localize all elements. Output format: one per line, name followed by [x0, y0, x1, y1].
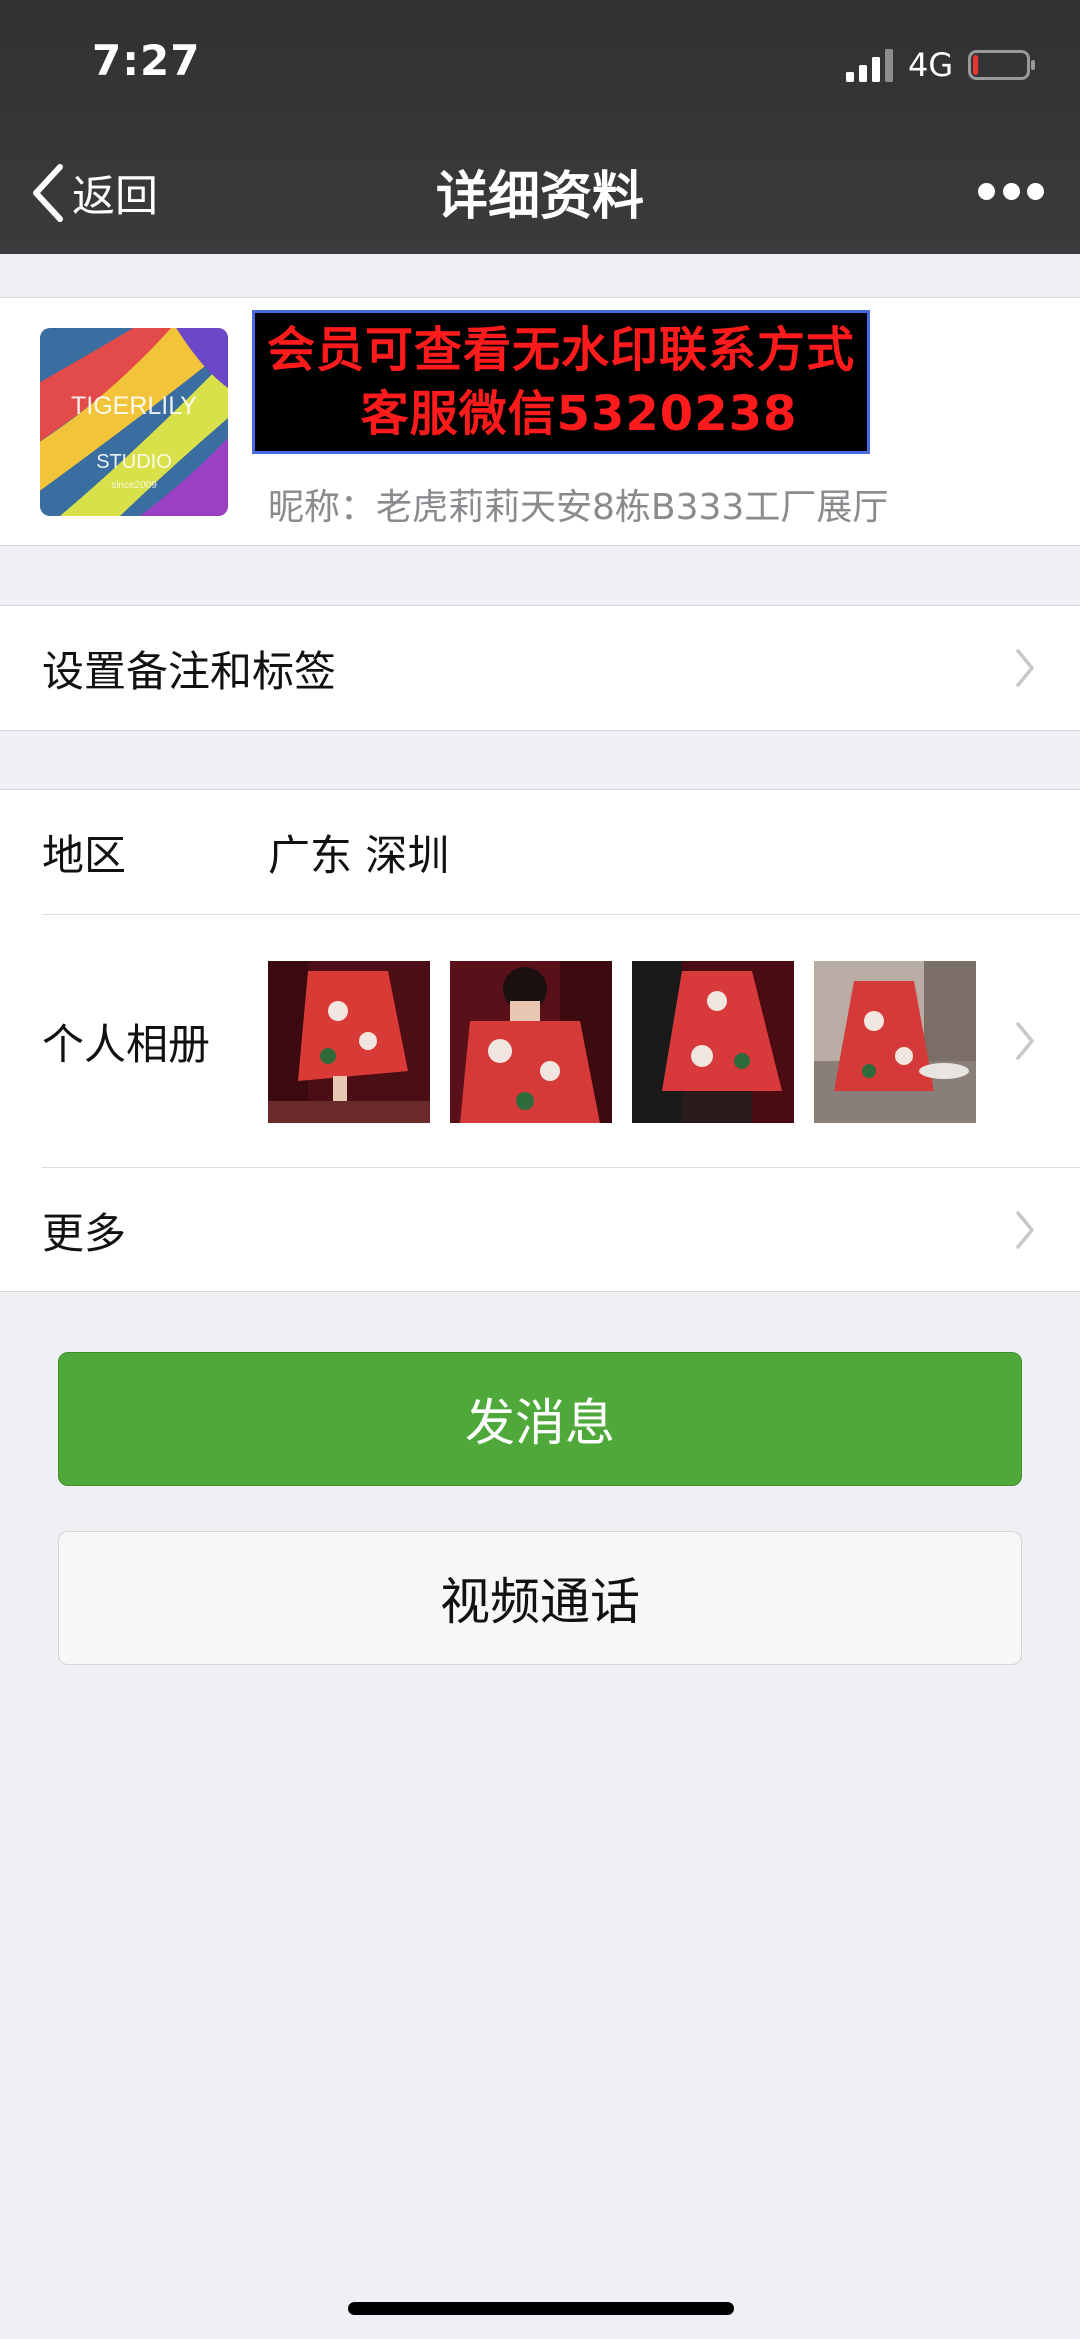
more-label: 更多 — [42, 1208, 127, 1258]
watermark-line-1: 会员可查看无水印联系方式 — [266, 322, 855, 378]
status-time: 7:27 — [92, 36, 201, 85]
region-label: 地区 — [42, 830, 127, 880]
region-value: 广东 深圳 — [268, 830, 450, 880]
video-call-button[interactable]: 视频通话 — [58, 1531, 1022, 1665]
album-photo-2[interactable] — [450, 961, 612, 1123]
home-indicator[interactable] — [348, 2302, 734, 2315]
battery-icon — [968, 50, 1035, 80]
page-title: 详细资料 — [435, 167, 644, 227]
send-message-button[interactable]: 发消息 — [58, 1352, 1022, 1486]
avatar-since-text: since2009 — [111, 480, 157, 491]
more-options-button[interactable] — [978, 178, 1044, 204]
more-row[interactable]: 更多 — [0, 1168, 1080, 1292]
network-type: 4G — [908, 46, 954, 84]
album-photo-3[interactable] — [632, 961, 794, 1123]
chevron-right-icon — [1016, 1022, 1034, 1060]
watermark-banner: 会员可查看无水印联系方式 客服微信5320238 — [252, 310, 870, 454]
avatar[interactable]: TIGERLILY STUDIO since2009 — [40, 328, 228, 516]
album-photo-1[interactable] — [268, 961, 430, 1123]
dot-icon — [978, 182, 995, 200]
profile-card: TIGERLILY STUDIO since2009 会员可查看无水印联系方式 … — [0, 297, 1080, 546]
region-row: 地区 广东 深圳 — [0, 790, 1080, 914]
album-thumbnails — [268, 961, 976, 1123]
chevron-right-icon — [1016, 1211, 1034, 1249]
dot-icon — [1002, 182, 1020, 200]
avatar-studio-text: STUDIO — [96, 451, 172, 473]
set-remark-row[interactable]: 设置备注和标签 — [0, 605, 1080, 731]
remark-row-content: 设置备注和标签 — [0, 606, 1080, 730]
signal-icon — [846, 49, 893, 82]
nickname-text: 昵称：老虎莉莉天安8栋B333工厂展厅 — [268, 487, 889, 528]
chevron-right-icon — [1016, 649, 1034, 687]
watermark-line-2: 客服微信5320238 — [360, 386, 798, 442]
feather-avatar-image: TIGERLILY STUDIO since2009 — [40, 328, 228, 516]
remark-label: 设置备注和标签 — [42, 646, 337, 696]
album-photo-4[interactable] — [814, 961, 976, 1123]
top-bar: 7:27 4G 返回 详细资料 — [0, 0, 1080, 254]
album-label: 个人相册 — [42, 1019, 211, 1069]
avatar-brand-text: TIGERLILY — [71, 392, 197, 420]
contact-profile-screen: 7:27 4G 返回 详细资料 TIGERLILY STUDIO since20… — [0, 0, 1080, 2339]
info-card: 地区 广东 深圳 个人相册 更多 — [0, 789, 1080, 1292]
dot-icon — [1027, 182, 1044, 200]
